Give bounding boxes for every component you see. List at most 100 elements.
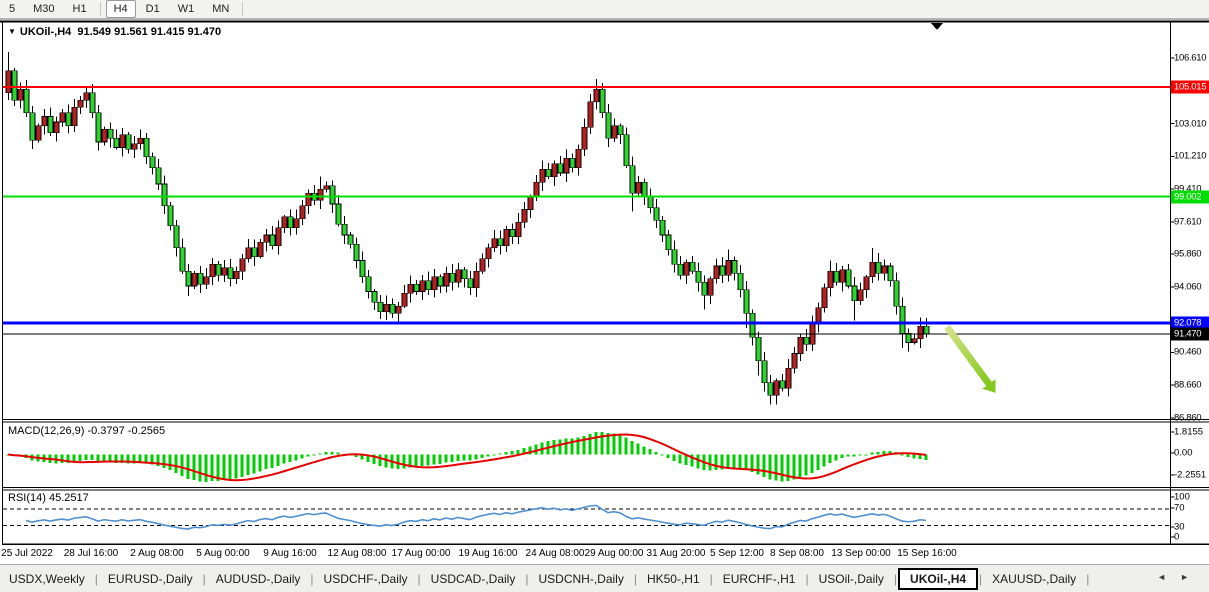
candle-bullish — [78, 100, 83, 107]
symbol-tab-usdcad[interactable]: USDCAD-,Daily — [422, 569, 525, 589]
candle-bearish — [510, 230, 515, 237]
macd-histogram-bar — [451, 455, 454, 463]
macd-histogram-bar — [289, 455, 292, 463]
macd-histogram-bar — [631, 441, 634, 454]
candle-bearish — [606, 113, 611, 139]
symbol-tab-eurusd[interactable]: EURUSD-,Daily — [99, 569, 202, 589]
candle-bullish — [522, 209, 527, 222]
symbol-tab-usoil[interactable]: USOil-,Daily — [810, 569, 893, 589]
candle-bearish — [846, 270, 851, 286]
symbol-tab-ukoil[interactable]: UKOil-,H4 — [898, 568, 978, 590]
down-arrow-annotation[interactable] — [947, 327, 996, 393]
symbol-tab-xauusd[interactable]: XAUUSD-,Daily — [983, 569, 1085, 589]
macd-histogram-bar — [469, 455, 472, 461]
candle-bearish — [144, 138, 149, 156]
macd-histogram-bar — [733, 455, 736, 469]
candle-bearish — [804, 337, 809, 344]
tab-scroll-arrows: ◄► — [1157, 572, 1203, 582]
macd-histogram-bar — [589, 434, 592, 454]
candle-bearish — [228, 268, 233, 279]
tab-scroll-left-icon[interactable]: ◄ — [1157, 572, 1180, 582]
macd-histogram-bar — [283, 455, 286, 464]
candle-bullish — [588, 102, 593, 128]
time-tick-label: 5 Aug 00:00 — [196, 548, 249, 559]
macd-histogram-bar — [193, 455, 196, 481]
macd-histogram-bar — [265, 455, 268, 470]
candle-bearish — [330, 186, 335, 204]
macd-histogram-bar — [511, 451, 514, 454]
price-badge-resistance: 105.015 — [1171, 81, 1209, 94]
candle-bullish — [444, 273, 449, 286]
macd-histogram-bar — [775, 455, 778, 481]
candle-bullish — [480, 259, 485, 272]
candle-bullish — [276, 228, 281, 246]
candle-bearish — [342, 224, 347, 235]
symbol-tab-usdchf[interactable]: USDCHF-,Daily — [315, 569, 417, 589]
macd-histogram-bar — [865, 454, 868, 455]
candle-bullish — [300, 206, 305, 219]
macd-histogram-bar — [103, 455, 106, 462]
macd-histogram-bar — [331, 452, 334, 455]
candle-bearish — [570, 158, 575, 167]
macd-histogram-bar — [883, 451, 886, 455]
macd-histogram-bar — [181, 455, 184, 476]
macd-histogram-bar — [325, 452, 328, 454]
macd-histogram-bar — [811, 455, 814, 473]
candle-bearish — [96, 113, 101, 142]
macd-histogram-bar — [727, 455, 730, 469]
macd-axis-label: 1.8155 — [1174, 427, 1203, 438]
macd-histogram-bar — [415, 455, 418, 468]
macd-histogram-bar — [769, 455, 772, 480]
candle-bearish — [66, 113, 71, 126]
macd-histogram-bar — [259, 455, 262, 472]
candle-bullish — [282, 217, 287, 228]
macd-histogram-bar — [595, 432, 598, 455]
macd-histogram-bar — [499, 454, 502, 455]
macd-histogram-bar — [817, 455, 820, 471]
candle-bullish — [384, 304, 389, 311]
symbol-tab-eurchf[interactable]: EURCHF-,H1 — [714, 569, 805, 589]
macd-histogram-bar — [613, 434, 616, 455]
time-axis[interactable]: 25 Jul 202228 Jul 16:002 Aug 08:005 Aug … — [0, 545, 1209, 564]
time-tick-label: 31 Aug 20:00 — [647, 548, 706, 559]
candle-bearish — [156, 168, 161, 184]
candle-bearish — [336, 204, 341, 224]
candle-bullish — [72, 107, 77, 125]
macd-axis-label: 0.00 — [1174, 448, 1193, 459]
candle-bearish — [126, 135, 131, 150]
candle-bearish — [168, 206, 173, 226]
macd-histogram-bar — [229, 455, 232, 480]
tab-scroll-right-icon[interactable]: ► — [1180, 572, 1203, 582]
candle-bearish — [702, 282, 707, 295]
candle-bearish — [768, 383, 773, 396]
candle-bullish — [210, 264, 215, 277]
macd-histogram-bar — [679, 455, 682, 464]
candle-bearish — [690, 262, 695, 271]
symbol-tab-usdcnh[interactable]: USDCNH-,Daily — [529, 569, 632, 589]
tab-separator: | — [1085, 572, 1090, 586]
candle-bullish — [594, 89, 599, 102]
chart-canvas[interactable] — [0, 0, 1209, 592]
candle-bearish — [378, 302, 383, 311]
candle-bullish — [714, 266, 719, 279]
macd-histogram-bar — [481, 455, 484, 459]
price-tick-label: 90.460 — [1174, 347, 1209, 358]
symbol-tab-hk50[interactable]: HK50-,H1 — [638, 569, 709, 589]
candle-bullish — [234, 271, 239, 278]
symbol-tab-audusd[interactable]: AUDUSD-,Daily — [207, 569, 310, 589]
candle-bearish — [462, 270, 467, 279]
macd-histogram-bar — [493, 455, 496, 456]
time-tick-label: 17 Aug 00:00 — [392, 548, 451, 559]
candle-bullish — [132, 144, 137, 149]
macd-histogram-bar — [505, 452, 508, 454]
time-tick-label: 25 Jul 2022 — [1, 548, 53, 559]
macd-histogram-bar — [223, 455, 226, 480]
candle-bullish — [120, 135, 125, 148]
candle-bullish — [102, 129, 107, 142]
candle-bearish — [108, 129, 113, 138]
candle-bullish — [294, 219, 299, 228]
time-tick-label: 24 Aug 08:00 — [526, 548, 585, 559]
chart-collapse-icon[interactable]: ▼ — [8, 27, 16, 36]
symbol-tab-usdx[interactable]: USDX,Weekly — [0, 569, 94, 589]
macd-histogram-bar — [781, 455, 784, 482]
